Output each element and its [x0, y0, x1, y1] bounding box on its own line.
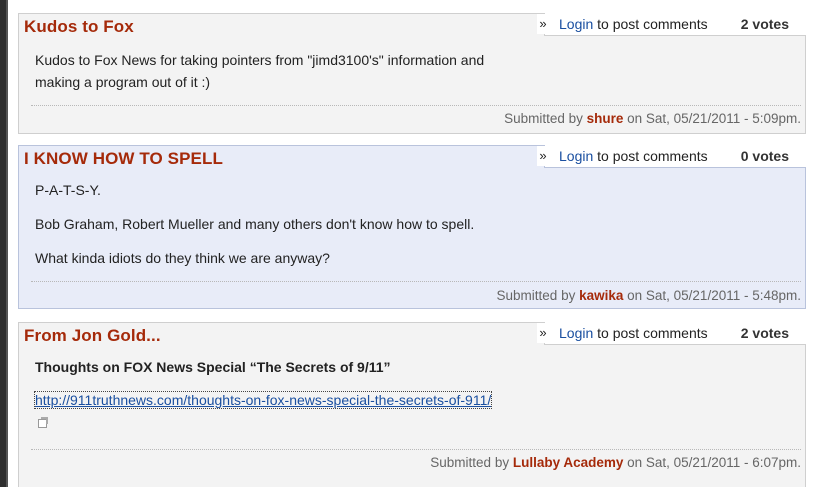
comment: From Jon Gold... » Login to post comment…: [18, 322, 806, 487]
vote-count: 0 votes: [740, 148, 789, 164]
comment-paragraph: What kinda idiots do they think we are a…: [35, 250, 330, 266]
vote-count: 2 votes: [740, 325, 789, 341]
comment-links: » Login to post comments 2 votes: [537, 322, 806, 345]
footer-divider: [31, 449, 801, 450]
comment-links: » Login to post comments 0 votes: [537, 145, 806, 168]
raquo-arrow-icon: »: [537, 14, 549, 34]
comment-paragraph: Kudos to Fox News for taking pointers fr…: [35, 52, 485, 90]
article-link[interactable]: http://911truthnews.com/thoughts-on-fox-…: [33, 391, 493, 409]
submitted-info: Submitted by shure on Sat, 05/21/2011 - …: [504, 111, 801, 126]
login-link[interactable]: Login: [559, 325, 593, 341]
page-left-edge: [0, 0, 8, 487]
submitted-date: on Sat, 05/21/2011 - 5:09pm.: [623, 111, 801, 126]
login-suffix: to post comments: [593, 325, 708, 341]
author-name: Lullaby Academy: [512, 455, 624, 470]
raquo-arrow-icon: »: [537, 146, 549, 166]
login-to-post: Login to post comments: [559, 325, 708, 341]
login-link[interactable]: Login: [559, 148, 593, 164]
comment-body: P-A-T-S-Y. Bob Graham, Robert Mueller an…: [35, 179, 791, 269]
external-link-icon: [38, 417, 48, 428]
comment-links: » Login to post comments 2 votes: [537, 13, 806, 36]
submitted-prefix: Submitted by: [430, 455, 513, 470]
comment-title: I KNOW HOW TO SPELL: [24, 149, 223, 168]
vote-count: 2 votes: [740, 16, 789, 32]
comment-body: Kudos to Fox News for taking pointers fr…: [35, 49, 791, 93]
comment: Kudos to Fox » Login to post comments 2 …: [18, 13, 806, 134]
submitted-info: Submitted by Lullaby Academy on Sat, 05/…: [430, 455, 801, 470]
login-link[interactable]: Login: [559, 16, 593, 32]
comment-title: From Jon Gold...: [24, 326, 161, 345]
login-to-post: Login to post comments: [559, 148, 708, 164]
comment-title: Kudos to Fox: [24, 17, 134, 36]
link-wrapper: http://911truthnews.com/thoughts-on-fox-…: [33, 390, 495, 432]
comment-paragraph: P-A-T-S-Y.: [35, 182, 101, 198]
post-heading: Thoughts on FOX News Special “The Secret…: [35, 359, 391, 375]
author-name: kawika: [579, 288, 624, 303]
raquo-arrow-icon: »: [537, 323, 549, 343]
login-suffix: to post comments: [593, 148, 708, 164]
submitted-date: on Sat, 05/21/2011 - 6:07pm.: [623, 455, 801, 470]
submitted-prefix: Submitted by: [496, 288, 580, 303]
footer-divider: [31, 281, 801, 282]
submitted-info: Submitted by kawika on Sat, 05/21/2011 -…: [497, 288, 801, 303]
submitted-date: on Sat, 05/21/2011 - 5:48pm.: [623, 288, 801, 303]
comment-body: Thoughts on FOX News Special “The Secret…: [33, 356, 791, 432]
login-to-post: Login to post comments: [559, 16, 708, 32]
login-suffix: to post comments: [593, 16, 708, 32]
footer-divider: [31, 105, 801, 106]
comment-paragraph: Bob Graham, Robert Mueller and many othe…: [35, 216, 475, 232]
comment-highlighted: I KNOW HOW TO SPELL » Login to post comm…: [18, 145, 806, 309]
author-name: shure: [586, 111, 624, 126]
submitted-prefix: Submitted by: [504, 111, 587, 126]
